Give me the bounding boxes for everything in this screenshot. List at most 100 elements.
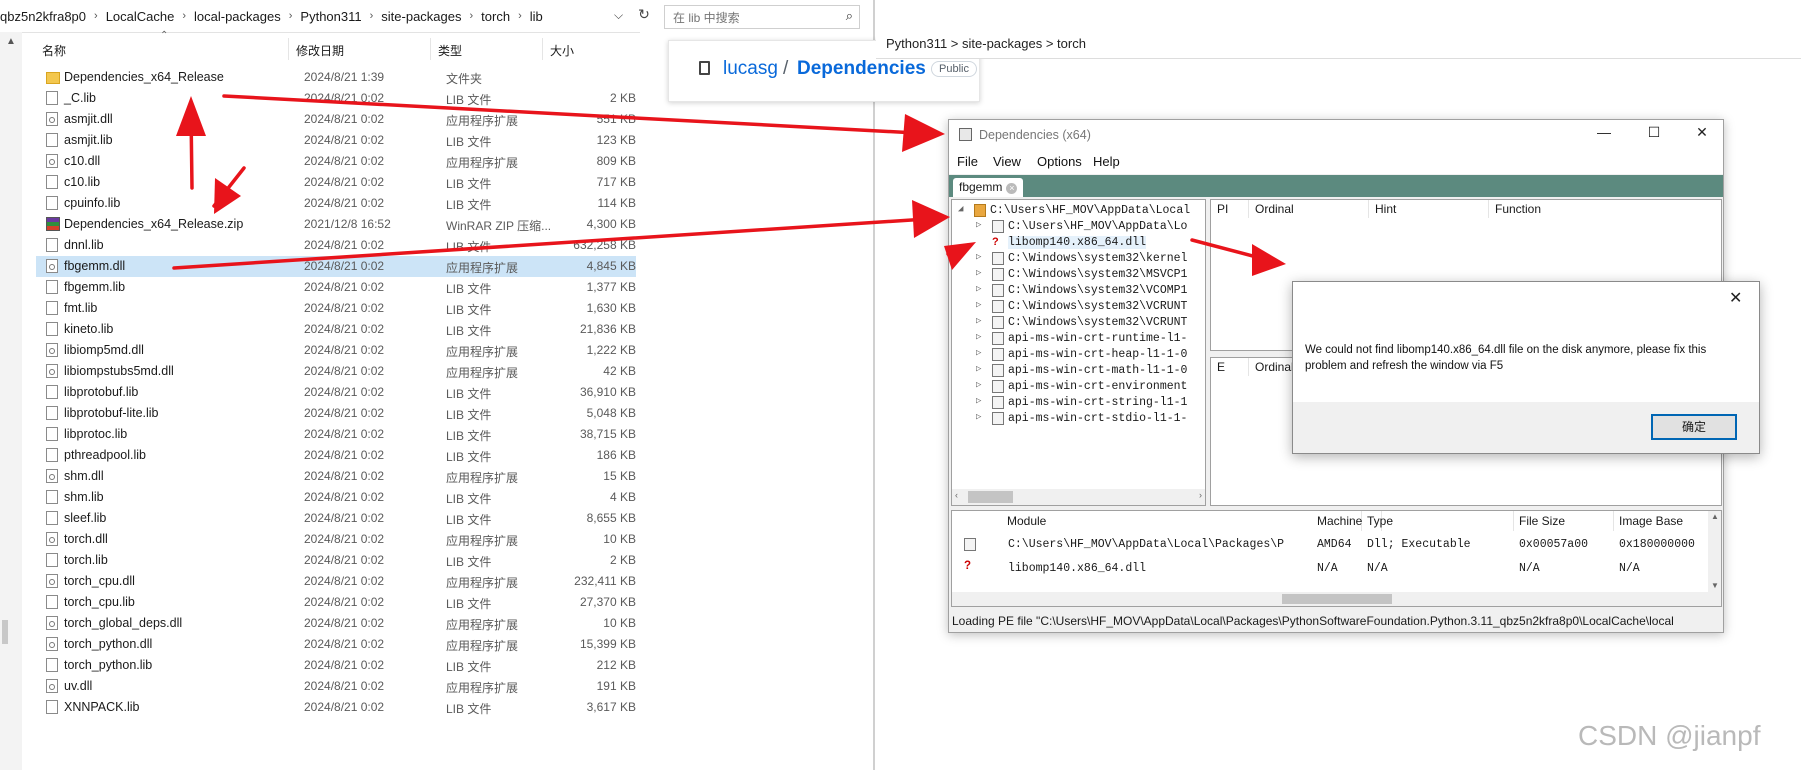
modules-list[interactable]: Module Machine Type File Size Image Base… (951, 510, 1722, 607)
breadcrumb-item[interactable]: torch (475, 9, 516, 24)
imports-col-function[interactable]: Function (1489, 200, 1721, 218)
column-size[interactable]: 大小 (550, 42, 574, 59)
chevron-right-icon[interactable]: › (180, 10, 188, 22)
file-row[interactable]: shm.lib 2024/8/21 0:02 LIB 文件 4 KB (36, 487, 636, 508)
tree-expander-icon[interactable]: ▷ (976, 380, 981, 390)
tree-node[interactable]: ▷ C:\Users\HF_MOV\AppData\Lo (952, 219, 1205, 235)
menu-options[interactable]: Options (1037, 154, 1082, 169)
file-row[interactable]: c10.dll 2024/8/21 0:02 应用程序扩展 809 KB (36, 151, 636, 172)
chevron-right-icon[interactable]: › (516, 10, 524, 22)
maximize-button[interactable]: ☐ (1639, 124, 1669, 141)
breadcrumb-item[interactable]: local-packages (188, 9, 287, 24)
breadcrumb-item[interactable]: lib (524, 9, 549, 24)
file-row[interactable]: libiomp5md.dll 2024/8/21 0:02 应用程序扩展 1,222 … (36, 340, 636, 361)
modules-col-type[interactable]: Type (1362, 511, 1514, 531)
title-bar[interactable]: Dependencies (x64) — ☐ ✕ (949, 120, 1723, 150)
tree-expander-icon[interactable]: ▷ (976, 364, 981, 374)
ok-button[interactable]: 确定 (1651, 414, 1737, 440)
file-row[interactable]: cpuinfo.lib 2024/8/21 0:02 LIB 文件 114 KB (36, 193, 636, 214)
search-icon[interactable]: ⌕ (846, 8, 853, 24)
repo-name-link[interactable]: Dependencies (797, 58, 926, 80)
imports-col-hint[interactable]: Hint (1369, 200, 1489, 218)
file-row[interactable]: c10.lib 2024/8/21 0:02 LIB 文件 717 KB (36, 172, 636, 193)
address-bar[interactable]: qbz5n2kfra8p0 › LocalCache › local-packages ›… (0, 0, 640, 33)
tree-node[interactable]: ▷ api-ms-win-crt-environment (952, 379, 1205, 395)
tree-node[interactable]: ▷ api-ms-win-crt-string-l1-1 (952, 395, 1205, 411)
imports-col-ordinal[interactable]: Ordinal (1249, 200, 1369, 218)
chevron-right-icon[interactable]: › (287, 10, 295, 22)
module-row[interactable]: ? libomp140.x86_64.dll N/A N/A N/A N/A (952, 557, 1712, 581)
menu-help[interactable]: Help (1093, 154, 1120, 169)
scroll-up-icon[interactable]: ▲ (1711, 512, 1719, 521)
tree-node[interactable]: ▷ C:\Windows\system32\MSVCP1 (952, 267, 1205, 283)
breadcrumb-item[interactable]: qbz5n2kfra8p0 (0, 9, 92, 24)
file-row[interactable]: fbgemm.lib 2024/8/21 0:02 LIB 文件 1,377 KB (36, 277, 636, 298)
tree-expander-icon[interactable]: ▷ (976, 220, 981, 230)
chevron-right-icon[interactable]: › (368, 10, 376, 22)
file-row[interactable]: libprotobuf-lite.lib 2024/8/21 0:02 LIB 文件… (36, 403, 636, 424)
minimize-button[interactable]: — (1589, 124, 1619, 140)
repo-owner-link[interactable]: lucasg (723, 58, 778, 80)
scroll-up-icon[interactable]: ▲ (6, 36, 16, 47)
menu-file[interactable]: File (957, 154, 978, 169)
file-row[interactable]: asmjit.dll 2024/8/21 0:02 应用程序扩展 551 KB (36, 109, 636, 130)
tree-expander-icon[interactable]: ▷ (976, 268, 981, 278)
file-row[interactable]: torch.lib 2024/8/21 0:02 LIB 文件 2 KB (36, 550, 636, 571)
tree-node[interactable]: ▷ api-ms-win-crt-heap-l1-1-0 (952, 347, 1205, 363)
scrollbar-thumb[interactable] (968, 491, 1013, 503)
modules-col-imagebase[interactable]: Image Base (1614, 511, 1709, 531)
menu-view[interactable]: View (993, 154, 1021, 169)
chevron-right-icon[interactable]: › (92, 10, 100, 22)
file-row[interactable]: XNNPACK.lib 2024/8/21 0:02 LIB 文件 3,617 KB (36, 697, 636, 718)
breadcrumb-item[interactable]: LocalCache (100, 9, 181, 24)
file-row[interactable]: libprotobuf.lib 2024/8/21 0:02 LIB 文件 36,91… (36, 382, 636, 403)
chevron-right-icon[interactable]: › (468, 10, 476, 22)
breadcrumb-item[interactable]: Python311 (294, 9, 367, 24)
file-row[interactable]: pthreadpool.lib 2024/8/21 0:02 LIB 文件 186 K… (36, 445, 636, 466)
breadcrumb-item[interactable]: site-packages (375, 9, 467, 24)
column-type[interactable]: 类型 (438, 42, 462, 59)
column-name[interactable]: 名称 (42, 42, 66, 59)
module-row[interactable]: C:\Users\HF_MOV\AppData\Local\Packages\P… (952, 533, 1712, 557)
chevron-down-icon[interactable]: ⌵ (614, 8, 628, 24)
file-row[interactable]: torch_cpu.lib 2024/8/21 0:02 LIB 文件 27,370 … (36, 592, 636, 613)
file-row[interactable]: libiompstubs5md.dll 2024/8/21 0:02 应用程序扩展 4… (36, 361, 636, 382)
tree-expander-icon[interactable]: ▷ (976, 316, 981, 326)
tree-expander-icon[interactable]: ▷ (976, 300, 981, 310)
column-divider[interactable] (542, 38, 543, 60)
tree-expander-icon[interactable]: ▷ (976, 284, 981, 294)
column-divider[interactable] (430, 38, 431, 60)
search-box[interactable]: ⌕ (664, 5, 860, 29)
tree-expander-icon[interactable]: ▷ (976, 332, 981, 342)
file-row[interactable]: _C.lib 2024/8/21 0:02 LIB 文件 2 KB (36, 88, 636, 109)
file-row[interactable]: dnnl.lib 2024/8/21 0:02 LIB 文件 632,258 KB (36, 235, 636, 256)
horizontal-scrollbar[interactable]: ‹ › (952, 489, 1205, 505)
tree-node[interactable]: ▷ C:\Windows\system32\VCOMP1 (952, 283, 1205, 299)
file-row[interactable]: torch_python.lib 2024/8/21 0:02 LIB 文件 212 … (36, 655, 636, 676)
scroll-right-icon[interactable]: › (1199, 490, 1202, 500)
refresh-icon[interactable]: ↻ (634, 6, 654, 26)
horizontal-scrollbar[interactable] (952, 592, 1709, 606)
scroll-down-icon[interactable]: ▼ (1711, 581, 1719, 590)
scrollbar-thumb[interactable] (1282, 594, 1392, 604)
vertical-scrollbar[interactable]: ▲ ▼ (1708, 511, 1721, 606)
tree-node[interactable]: ▷ api-ms-win-crt-stdio-l1-1- (952, 411, 1205, 427)
close-button[interactable]: ✕ (1687, 124, 1717, 141)
module-tree[interactable]: ◢ C:\Users\HF_MOV\AppData\Local ▷ C:\Users\… (951, 199, 1206, 506)
column-divider[interactable] (288, 38, 289, 60)
file-row[interactable]: torch_cpu.dll 2024/8/21 0:02 应用程序扩展 232,411… (36, 571, 636, 592)
tree-expander-icon[interactable]: ▷ (976, 396, 981, 406)
tree-node[interactable]: ▷ C:\Windows\system32\VCRUNT (952, 315, 1205, 331)
file-row[interactable]: Dependencies_x64_Release.zip 2021/12/8 16… (36, 214, 636, 235)
tree-node[interactable]: ▷ api-ms-win-crt-math-l1-1-0 (952, 363, 1205, 379)
file-row[interactable]: libprotoc.lib 2024/8/21 0:02 LIB 文件 38,715 … (36, 424, 636, 445)
scrollbar-thumb[interactable] (2, 620, 8, 644)
dialog-close-button[interactable]: ✕ (1729, 288, 1742, 308)
file-row[interactable]: torch_global_deps.dll 2024/8/21 0:02 应用程序扩… (36, 613, 636, 634)
tree-node[interactable]: ◢ C:\Users\HF_MOV\AppData\Local (952, 203, 1205, 219)
file-row[interactable]: asmjit.lib 2024/8/21 0:02 LIB 文件 123 KB (36, 130, 636, 151)
nav-pane-scrollbar[interactable] (0, 32, 22, 770)
file-row[interactable]: fmt.lib 2024/8/21 0:02 LIB 文件 1,630 KB (36, 298, 636, 319)
tree-node[interactable]: ▷ C:\Windows\system32\VCRUNT (952, 299, 1205, 315)
scroll-left-icon[interactable]: ‹ (955, 490, 958, 500)
